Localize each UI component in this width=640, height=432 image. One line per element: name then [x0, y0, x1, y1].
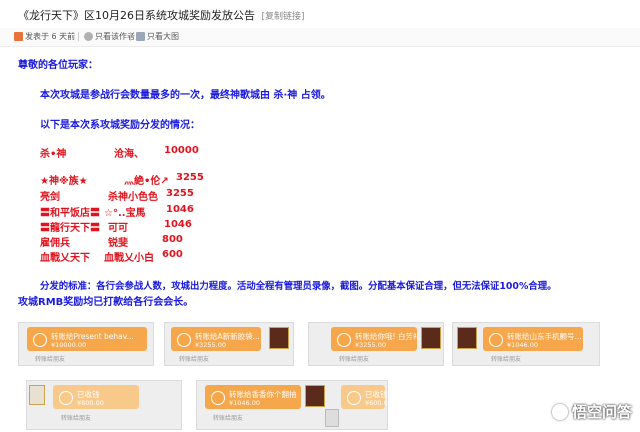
transfer-icon [177, 333, 191, 347]
reward-guild: 〓和平饭店〓 [40, 208, 100, 219]
avatar [457, 327, 477, 349]
transfer-icon [33, 333, 47, 347]
image-icon [136, 32, 145, 41]
reward-guild: 血戰乂天下 [40, 253, 90, 264]
reward-guild: 〓龍行天下〓 [40, 223, 100, 234]
transfer-amount: ¥800.00 [77, 399, 104, 407]
posted-time: 发表于 6 天前 [14, 31, 75, 42]
reward-guild: ★神※族★ [40, 176, 88, 187]
avatar [421, 327, 441, 349]
avatar [269, 327, 289, 349]
reward-amount: 10000 [164, 145, 199, 156]
transfer-screenshot[interactable]: 已收钱 ¥800.00 转账给朋友 [26, 380, 182, 430]
transfer-card: 转账给山东手机颤号... ¥1046.00 [483, 327, 583, 351]
greeting: 尊敬的各位玩家： [18, 60, 98, 71]
wukong-icon [551, 403, 568, 420]
meta-divider [130, 32, 131, 41]
transfer-amount: ¥600.00 [365, 399, 388, 407]
post-meta-bar: 发表于 6 天前 只看该作者 只看大图 [0, 28, 640, 47]
transfer-footer: 转账给朋友 [213, 415, 244, 422]
reward-amount: 1046 [164, 219, 192, 230]
list-header: 以下是本次系攻城奖励分发的情况： [40, 120, 200, 131]
payment-note: 攻城RMB奖励均已打款给各行会会长。 [18, 297, 194, 308]
check-icon [59, 391, 73, 405]
transfer-footer: 转账给朋友 [179, 356, 210, 363]
transfer-footer: 转账给朋友 [339, 356, 370, 363]
transfer-screenshot[interactable]: 转账给香香你个翻抽 ¥1046.00 转账给朋友 已收钱 ¥600.00 [196, 380, 388, 430]
person-icon [84, 32, 93, 41]
thread-title-bar: 《龙行天下》区10月26日系统攻城奖励发放公告 [复制链接] [0, 0, 640, 29]
avatar [325, 409, 339, 427]
transfer-footer: 转账给朋友 [35, 356, 66, 363]
transfer-card: 转账给Present behav... ¥10000.00 [27, 327, 147, 351]
transfer-card: 已收钱 ¥600.00 [341, 385, 388, 409]
avatar [305, 385, 325, 407]
transfer-screenshot[interactable]: 转账给山东手机颤号... ¥1046.00 转账给朋友 [452, 322, 600, 366]
thread-title: 《龙行天下》区10月26日系统攻城奖励发放公告 [复制链接] [18, 7, 305, 23]
transfer-amount: ¥3255.00 [355, 341, 387, 349]
posted-time-text: 发表于 6 天前 [25, 32, 76, 41]
only-author-text: 只看该作者 [95, 32, 135, 41]
reward-guild: 杀•神 [40, 149, 67, 160]
transfer-card: 转账给香香你个翻抽 ¥1046.00 [205, 385, 301, 409]
transfer-screenshot[interactable]: 转账给Present behav... ¥10000.00 转账给朋友 [18, 322, 154, 366]
transfer-icon [211, 391, 225, 405]
big-image-link[interactable]: 只看大图 [136, 31, 179, 42]
reward-guild: 雇佣兵 [40, 238, 70, 249]
watermark: 悟空问答 [551, 401, 632, 422]
transfer-amount: ¥10000.00 [51, 341, 87, 349]
transfer-card: 转账给你哦! 白芳礼... ¥3255.00 [331, 327, 428, 351]
copy-link-button[interactable]: [复制链接] [262, 12, 305, 22]
avatar [29, 385, 45, 405]
transfer-amount: ¥1046.00 [229, 399, 261, 407]
reward-player: 可可 [108, 223, 128, 234]
reward-guild: 亮剑 [40, 192, 60, 203]
meta-divider [78, 32, 79, 41]
reward-player: 杀神小色色 [108, 192, 158, 203]
transfer-card: 已收钱 ¥800.00 [53, 385, 139, 409]
transfer-screenshot[interactable]: 转账给A新新胶袋... ¥3255.00 转账给朋友 [164, 322, 294, 366]
thread-title-text: 《龙行天下》区10月26日系统攻城奖励发放公告 [18, 9, 255, 22]
reward-player: 血戰乂小白 [104, 253, 154, 264]
transfer-footer: 转账给朋友 [61, 415, 92, 422]
reward-amount: 3255 [166, 188, 194, 199]
check-icon [347, 391, 361, 405]
transfer-footer: 转账给朋友 [491, 356, 522, 363]
transfer-icon [489, 333, 503, 347]
reward-player: ☆°..宝馬 [104, 208, 146, 219]
transfer-card: 转账给A新新胶袋... ¥3255.00 [171, 327, 261, 351]
transfer-screenshot[interactable]: 转账给你哦! 白芳礼... ¥3255.00 转账给朋友 [308, 322, 444, 366]
reward-amount: 600 [162, 249, 183, 260]
reward-amount: 3255 [176, 172, 204, 183]
distribution-standard: 分发的标准：各行会参战人数，攻城出力程度。活动全程有管理员录像，截图。分配基本保… [40, 281, 557, 292]
reward-player: 灬絶•伦↗ [124, 176, 169, 187]
transfer-amount: ¥1046.00 [507, 341, 539, 349]
reward-amount: 1046 [166, 204, 194, 215]
watermark-text: 悟空问答 [571, 403, 632, 421]
transfer-amount: ¥3255.00 [195, 341, 227, 349]
transfer-icon [337, 333, 351, 347]
big-image-text: 只看大图 [147, 32, 179, 41]
user-icon [14, 32, 23, 41]
reward-amount: 800 [162, 234, 183, 245]
only-author-link[interactable]: 只看该作者 [84, 31, 135, 42]
reward-player: 沧海、 [114, 149, 144, 160]
intro-text: 本次攻城是参战行会数量最多的一次，最终神歌城由 杀·神 占领。 [40, 90, 331, 101]
reward-player: 锐斐 [108, 238, 128, 249]
